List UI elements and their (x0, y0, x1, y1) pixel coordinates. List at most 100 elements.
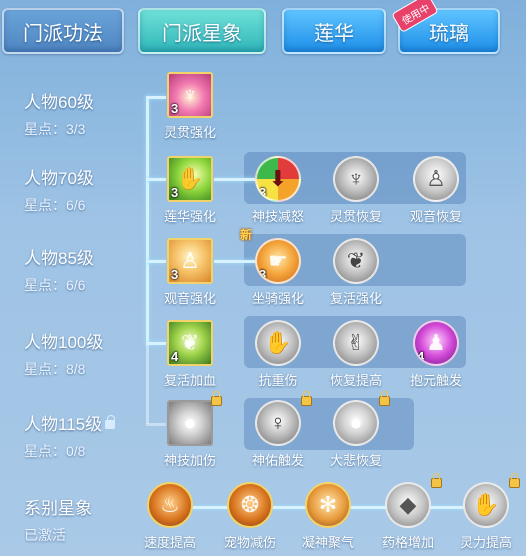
new-tag: 新 (240, 228, 253, 242)
skill-resist-heavy[interactable]: ✋ 抗重伤 (248, 320, 308, 389)
snowflake-glyph: ✻ (318, 492, 338, 517)
tab-sect-stars[interactable]: 门派星象 (138, 8, 266, 54)
skill-label: 抱元触发 (409, 373, 462, 388)
skill-ultimate-damage[interactable]: ● 神技加伤 (160, 391, 222, 469)
skill-label: 莲华强化 (163, 209, 216, 224)
orb-glyph: ● (349, 410, 363, 435)
level-points: 星点：3/3 (24, 121, 86, 137)
level-100: 人物100级 星点：8/8 (24, 328, 103, 379)
lock-icon (379, 391, 390, 406)
skill-count: 4 (171, 349, 179, 364)
skill-label: 灵贯强化 (163, 125, 216, 140)
skill-label: 宠物减伤 (223, 535, 276, 550)
tab-bar: 门派功法 门派星象 莲华 使用中 琉璃 (0, 0, 526, 62)
skill-label: 抗重伤 (258, 373, 298, 388)
level-status: 已激活 (24, 527, 66, 543)
skill-label: 复活加血 (163, 373, 216, 388)
potion-icon: ◆ (385, 482, 431, 528)
level-115: 人物115级 星点：0/8 (24, 410, 116, 461)
star-map-panel: 门派功法 门派星象 莲华 使用中 琉璃 人物60级 星点：3/3 人物70级 星… (0, 0, 526, 556)
level-name: 系别星象 (24, 499, 92, 518)
skill-speed-up[interactable]: ♨ 速度提高 (140, 482, 200, 551)
level-name: 人物100级 (24, 333, 104, 352)
level-name-text: 人物115级 (24, 415, 103, 434)
lock-icon (211, 391, 222, 406)
skill-revive-heal[interactable]: ❦ 4 复活加血 (160, 320, 220, 389)
skill-label: 坐骑强化 (251, 291, 304, 306)
pearl-recover-icon: ● (333, 400, 379, 446)
skill-lotus-enhance[interactable]: ✋ 3 莲华强化 (160, 156, 220, 225)
hand-glyph: ✋ (264, 330, 292, 355)
speed-icon: ♨ (147, 482, 193, 528)
lotus-hand-icon: ✋ 3 (167, 156, 213, 202)
rage-reduce-icon: ⬇ 3 (255, 156, 301, 202)
skill-label: 恢复提高 (329, 373, 382, 388)
level-85: 人物85级 星点：6/6 (24, 244, 94, 295)
pet-icon: ❂ (227, 482, 273, 528)
skill-focus-qi[interactable]: ✻ 凝神聚气 (298, 482, 358, 551)
level-points: 星点：8/8 (24, 361, 86, 377)
level-points: 星点：6/6 (24, 197, 86, 213)
lock-icon (301, 391, 312, 406)
skill-count: 4 (417, 349, 425, 364)
lock-icon (431, 473, 442, 488)
skill-label: 大悲恢复 (329, 453, 382, 468)
revive-icon: ❦ (333, 238, 379, 284)
resist-icon: ✋ (255, 320, 301, 366)
orb-glyph: ● (183, 410, 197, 435)
skill-guanyin-enhance[interactable]: ♙ 3 观音强化 (160, 238, 220, 307)
level-70: 人物70级 星点：6/6 (24, 164, 94, 215)
paw-glyph: ❂ (240, 492, 260, 517)
skill-count: 3 (171, 267, 179, 282)
skill-label: 观音恢复 (409, 209, 462, 224)
tree-connector (146, 344, 149, 424)
skill-count: 3 (171, 101, 179, 116)
tab-liuli[interactable]: 使用中 琉璃 (391, 0, 500, 54)
skill-label: 神技加伤 (163, 453, 216, 468)
skill-count: 3 (171, 185, 179, 200)
skill-label: 观音强化 (163, 291, 216, 306)
skill-rage-reduce[interactable]: ⬇ 3 神技减怒 (248, 156, 308, 225)
skill-baoyuan-trigger[interactable]: ♟ 4 抱元触发 (406, 320, 466, 389)
tab-liuli-label: 琉璃 (429, 22, 469, 45)
skill-potion-slots[interactable]: ◆ 药格增加 (378, 473, 442, 551)
level-points: 星点：0/8 (24, 443, 86, 459)
skill-revive-enhance[interactable]: ❦ 复活强化 (326, 238, 386, 307)
spirit-icon: ✋ (463, 482, 509, 528)
skill-label: 灵贯恢复 (329, 209, 382, 224)
tab-sect-skills[interactable]: 门派功法 (2, 8, 124, 54)
guanyin-recover-icon: ♙ (413, 156, 459, 202)
meditate-icon: ♟ 4 (413, 320, 459, 366)
level-name: 人物115级 (24, 410, 116, 435)
skill-dabei-recover[interactable]: ● 大悲恢复 (326, 391, 390, 469)
fire-glyph: ♨ (160, 492, 180, 517)
recover-up-icon: ✌ (333, 320, 379, 366)
tab-lianhua[interactable]: 莲华 (282, 8, 386, 54)
skill-blessing-trigger[interactable]: ♀ 神佑触发 (248, 391, 312, 469)
lingguan-recover-icon: ♆ (333, 156, 379, 202)
school-stars: 系别星象 已激活 (24, 494, 92, 545)
figure-glyph: ♆ (347, 166, 365, 191)
lingguan-icon: ♆ 3 (167, 72, 213, 118)
figure-glyph: ♀ (269, 410, 287, 435)
level-name: 人物70级 (24, 169, 94, 188)
skill-guanyin-recover[interactable]: ♙ 观音恢复 (406, 156, 466, 225)
skill-lingguan-recover[interactable]: ♆ 灵贯恢复 (326, 156, 386, 225)
tree-connector (146, 96, 149, 344)
lock-icon (509, 473, 520, 488)
skill-recover-up[interactable]: ✌ 恢复提高 (326, 320, 386, 389)
skill-count: 3 (259, 267, 267, 282)
skill-pet-damage-reduce[interactable]: ❂ 宠物减伤 (220, 482, 280, 551)
skill-label: 药格增加 (381, 535, 434, 550)
skill-label: 速度提高 (143, 535, 196, 550)
bamboo-icon: ❦ 4 (167, 320, 213, 366)
skill-mount-enhance[interactable]: ☛ 3 新 坐骑强化 (240, 228, 308, 307)
skill-lingguan-enhance[interactable]: ♆ 3 灵贯强化 (160, 72, 220, 141)
hand-glyph: ✌ (346, 330, 366, 355)
hand-glyph: ✋ (472, 492, 500, 517)
skill-spirit-up[interactable]: ✋ 灵力提高 (456, 473, 520, 551)
level-points: 星点：6/6 (24, 277, 86, 293)
skill-label: 灵力提高 (459, 535, 512, 550)
level-name: 人物85级 (24, 249, 94, 268)
skill-label: 神佑触发 (251, 453, 304, 468)
